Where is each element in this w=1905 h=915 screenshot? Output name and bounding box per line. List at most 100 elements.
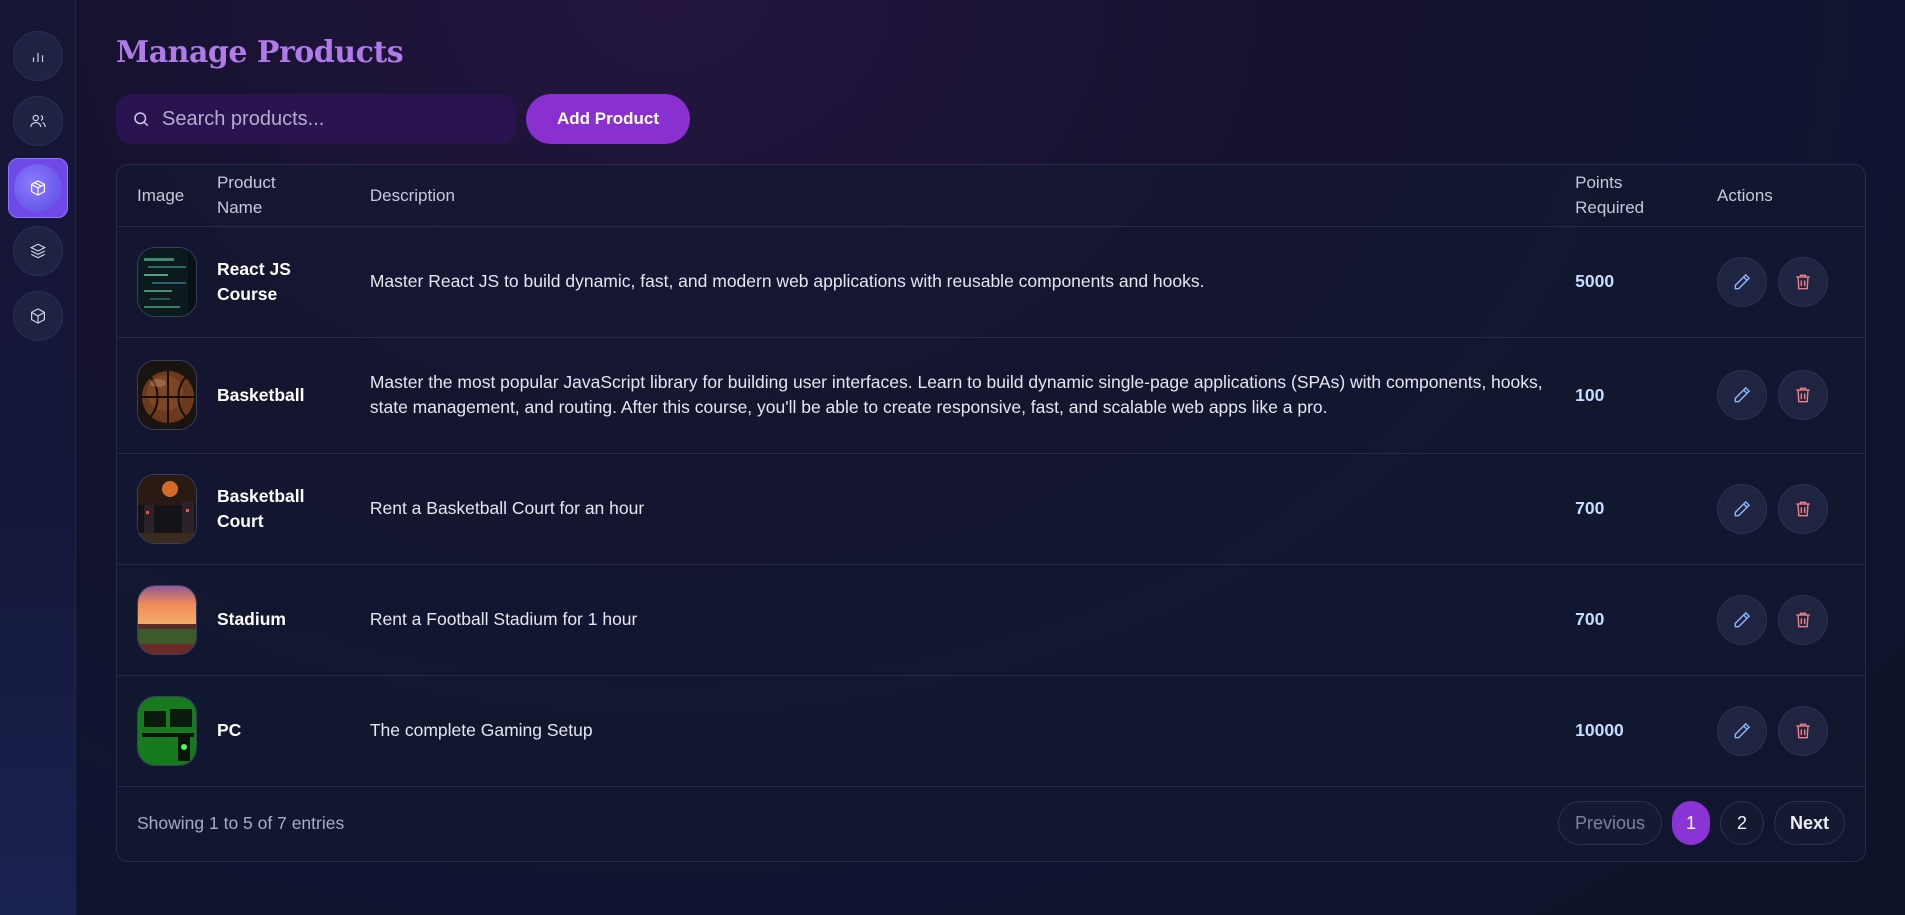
edit-button[interactable]	[1717, 483, 1768, 534]
stadium-image	[138, 585, 196, 654]
page-2-button[interactable]: 2	[1720, 801, 1764, 845]
toolbar: Add Product	[116, 94, 690, 144]
table-row: React JS Course Master React JS to build…	[117, 226, 1865, 337]
header-points: Points Required	[1575, 165, 1718, 227]
row-actions	[1717, 483, 1865, 534]
header-actions: Actions	[1717, 165, 1865, 227]
delete-button[interactable]	[1778, 370, 1829, 420]
edit-button[interactable]	[1717, 256, 1768, 307]
product-name: Stadium	[216, 609, 286, 629]
row-actions	[1717, 256, 1865, 307]
pencil-icon	[1734, 273, 1751, 289]
trash-icon	[1796, 274, 1810, 289]
search-input[interactable]	[162, 107, 492, 131]
points-value: 10000	[1575, 720, 1624, 740]
cell-actions	[1717, 226, 1865, 337]
search-box[interactable]	[116, 94, 516, 144]
cell-name: React JS Course	[217, 226, 370, 337]
sidebar-item-analytics[interactable]	[12, 31, 63, 81]
header-description: Description	[369, 165, 1576, 227]
row-actions	[1717, 370, 1865, 420]
trash-icon	[1796, 723, 1810, 738]
sidebar-item-packages[interactable]	[12, 291, 63, 341]
cell-image	[117, 337, 217, 453]
sidebar-item-layers[interactable]	[12, 226, 63, 276]
delete-button[interactable]	[1778, 256, 1829, 307]
box-icon	[30, 180, 45, 196]
products-table: Image Product Name Description Points Re…	[117, 165, 1865, 787]
product-thumbnail	[137, 584, 197, 655]
product-thumbnail	[137, 473, 197, 544]
product-thumbnail	[137, 360, 197, 430]
sidebar-item-products-active	[13, 164, 62, 212]
sidebar-item-users[interactable]	[12, 96, 63, 146]
product-name: React JS Course	[216, 258, 291, 304]
product-name: Basketball	[216, 384, 305, 405]
cell-description: The complete Gaming Setup	[369, 720, 593, 740]
products-table-card: Image Product Name Description Points Re…	[116, 164, 1866, 862]
cell-image	[117, 226, 217, 337]
cell-points: 100	[1575, 337, 1717, 453]
trash-icon	[1796, 387, 1810, 403]
cell-description: Master React JS to build dynamic, fast, …	[369, 271, 1205, 291]
previous-page-button[interactable]: Previous	[1558, 801, 1662, 845]
delete-button[interactable]	[1778, 483, 1829, 534]
bar-chart-icon	[32, 53, 43, 62]
cell-points: 700	[1575, 453, 1717, 564]
cell-points: 10000	[1575, 675, 1717, 786]
points-value: 700	[1575, 498, 1605, 518]
header-product-name-label: Product Name	[216, 173, 276, 218]
edit-button[interactable]	[1717, 705, 1768, 756]
cell-actions	[1717, 337, 1865, 453]
cell-points: 700	[1575, 564, 1717, 675]
cell-name: Basketball	[217, 337, 370, 453]
points-value: 100	[1575, 384, 1605, 405]
layers-icon	[29, 243, 46, 259]
users-icon	[29, 114, 46, 128]
table-row: Basketball Court Rent a Basketball Court…	[117, 453, 1865, 564]
cell-image	[117, 453, 217, 564]
product-thumbnail	[137, 246, 197, 317]
box-icon	[30, 308, 45, 324]
cell-image	[117, 675, 217, 786]
entries-summary: Showing 1 to 5 of 7 entries	[137, 812, 345, 833]
pencil-icon	[1734, 611, 1751, 627]
cell-points: 5000	[1575, 226, 1717, 337]
product-name: Basketball Court	[216, 485, 305, 531]
search-icon	[134, 112, 149, 127]
cell-name: PC	[217, 675, 370, 786]
row-actions	[1717, 705, 1865, 756]
row-actions	[1717, 594, 1865, 645]
cell-description: Master the most popular JavaScript libra…	[369, 372, 1543, 417]
pencil-icon	[1734, 500, 1751, 516]
header-points-label: Points Required	[1575, 173, 1645, 218]
basketball-court-image	[138, 474, 196, 543]
table-header-row: Image Product Name Description Points Re…	[117, 165, 1865, 227]
cell-actions	[1717, 564, 1865, 675]
product-thumbnail	[137, 695, 197, 766]
page-1-button[interactable]: 1	[1672, 801, 1710, 845]
next-page-button[interactable]: Next	[1774, 801, 1845, 845]
table-row: Basketball Master the most popular JavaS…	[117, 337, 1865, 453]
delete-button[interactable]	[1778, 594, 1829, 645]
delete-button[interactable]	[1778, 705, 1829, 756]
sidebar-item-products[interactable]	[7, 158, 68, 218]
cell-name: Stadium	[217, 564, 370, 675]
basketball-image	[138, 361, 196, 429]
cell-actions	[1717, 675, 1865, 786]
header-image: Image	[117, 165, 217, 227]
cell-description: Rent a Basketball Court for an hour	[369, 498, 645, 518]
cell-description: Rent a Football Stadium for 1 hour	[369, 609, 638, 629]
edit-button[interactable]	[1717, 370, 1768, 420]
edit-button[interactable]	[1717, 594, 1768, 645]
table-footer: Showing 1 to 5 of 7 entries Previous 1 2…	[117, 785, 1865, 861]
points-value: 5000	[1575, 271, 1615, 291]
react-course-image	[138, 247, 196, 316]
trash-icon	[1796, 501, 1810, 516]
gaming-pc-image	[138, 696, 196, 765]
trash-icon	[1796, 612, 1810, 627]
table-row: Stadium Rent a Football Stadium for 1 ho…	[117, 564, 1865, 675]
product-name: PC	[216, 720, 242, 740]
pagination: Previous 1 2 Next	[1558, 801, 1845, 845]
add-product-button[interactable]: Add Product	[526, 94, 690, 144]
